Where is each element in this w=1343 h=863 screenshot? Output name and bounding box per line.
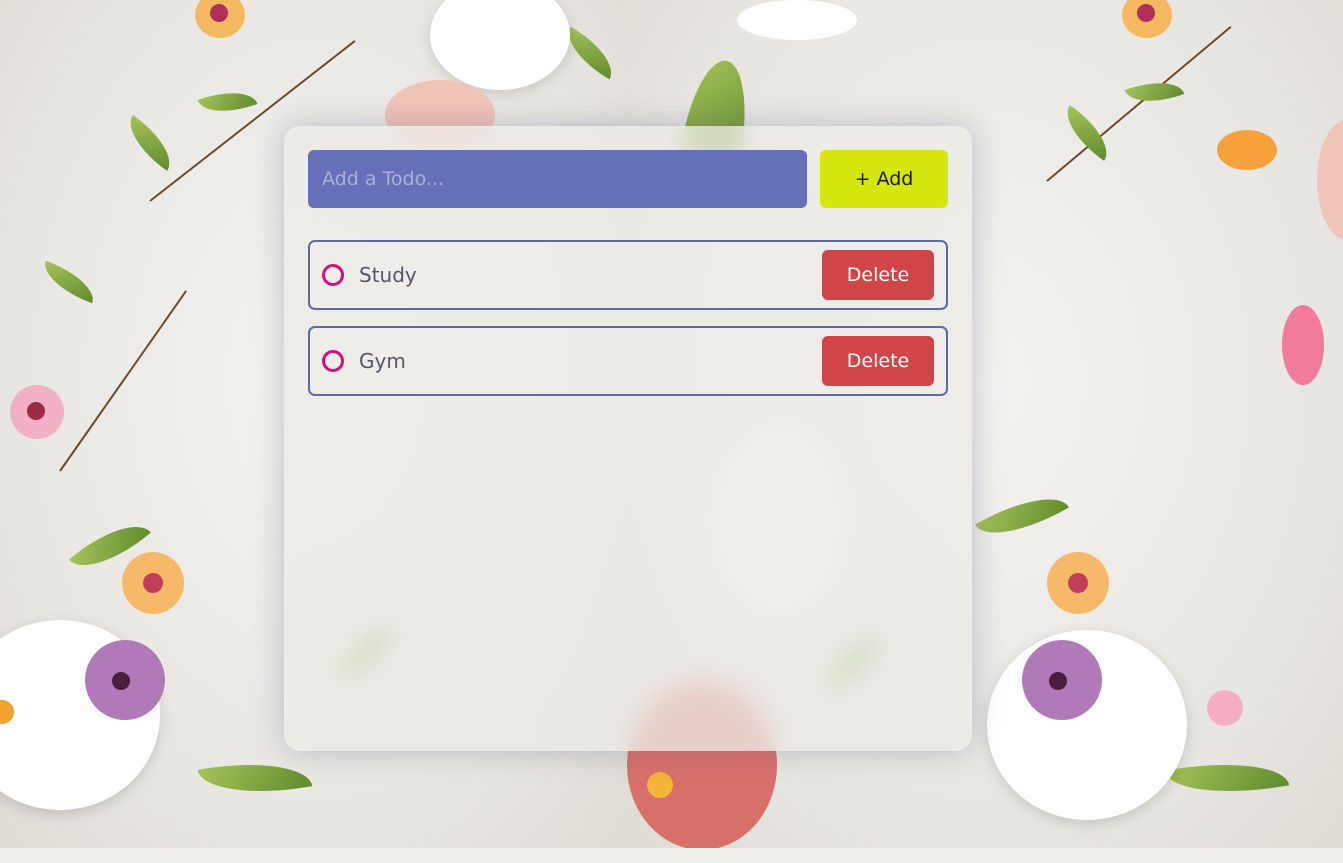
todo-text: Study [359,263,417,287]
todo-item: Gym Delete [308,326,948,396]
todo-list: Study Delete Gym Delete [308,240,948,412]
todo-card: + Add Study Delete Gym Delete [284,126,972,751]
todo-item: Study Delete [308,240,948,310]
add-button[interactable]: + Add [820,150,948,208]
add-todo-row: + Add [308,150,948,208]
delete-button[interactable]: Delete [822,336,934,386]
todo-input[interactable] [308,150,807,208]
todo-text: Gym [359,349,406,373]
check-circle-icon[interactable] [322,350,344,372]
check-circle-icon[interactable] [322,264,344,286]
floral-background-strip [0,848,1343,863]
delete-button[interactable]: Delete [822,250,934,300]
